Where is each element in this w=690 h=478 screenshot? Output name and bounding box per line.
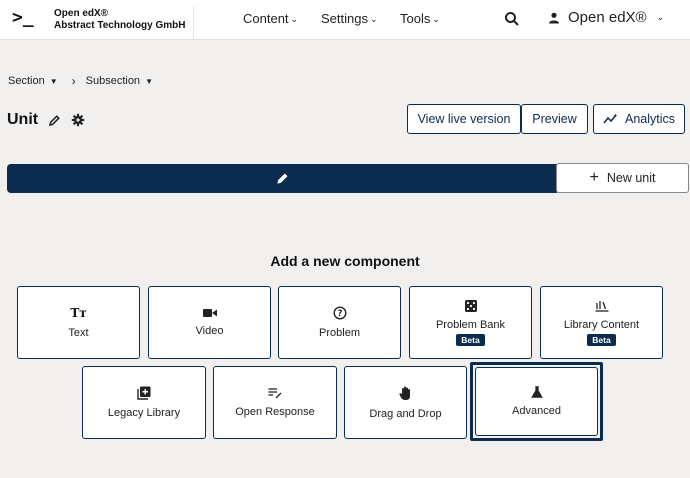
caret-down-icon: ▼: [49, 77, 58, 86]
gear-icon[interactable]: [71, 113, 85, 127]
problem-icon: ?: [332, 306, 347, 320]
new-unit-label: New unit: [606, 171, 656, 185]
flask-icon: [530, 386, 543, 398]
breadcrumb-subsection-label: Subsection: [85, 75, 141, 87]
open-response-icon: [268, 388, 282, 399]
preview-button[interactable]: Preview: [521, 104, 588, 134]
edit-icon: [276, 173, 288, 184]
preview-label: Preview: [532, 112, 577, 126]
user-icon: [549, 12, 559, 23]
component-library-content-button[interactable]: Library Content Beta: [540, 286, 663, 359]
analytics-icon: [603, 113, 618, 124]
text-icon: Tт: [70, 306, 87, 320]
nav-tools-menu[interactable]: Tools ⌄: [400, 11, 440, 26]
nav-settings-label: Settings: [321, 11, 368, 26]
chevron-down-icon: ⌄: [656, 12, 665, 22]
logo-org-name: Open edX®: [54, 8, 109, 19]
page-title: Unit: [7, 111, 39, 128]
unit-edit-bar[interactable]: [7, 164, 557, 193]
view-live-button[interactable]: View live version: [407, 104, 521, 134]
component-label: Video: [195, 325, 224, 337]
component-drag-and-drop-button[interactable]: Drag and Drop: [344, 366, 467, 439]
nav-content-label: Content: [243, 11, 289, 26]
logo-mark: >_: [12, 7, 34, 28]
chevron-down-icon: ⌄: [432, 14, 440, 24]
component-label: Problem Bank: [435, 318, 506, 331]
component-legacy-library-button[interactable]: Legacy Library: [82, 366, 206, 439]
component-video-button[interactable]: Video: [148, 286, 271, 359]
caret-down-icon: ▼: [145, 77, 153, 86]
component-problem-button[interactable]: ? Problem: [278, 286, 401, 359]
chevron-down-icon: ⌄: [369, 14, 378, 24]
component-problem-bank-button[interactable]: Problem Bank Beta: [409, 286, 532, 359]
svg-text:?: ?: [337, 309, 342, 319]
new-unit-button[interactable]: + New unit: [556, 163, 689, 193]
user-menu-label: Open edX®: [568, 9, 647, 26]
component-label: Text: [68, 327, 89, 339]
breadcrumb: Section ▼ › Subsection ▼: [8, 74, 153, 88]
component-label: Open Response: [235, 406, 315, 418]
component-label: Legacy Library: [107, 407, 181, 419]
nav-tools-label: Tools: [400, 11, 431, 26]
analytics-label: Analytics: [624, 112, 676, 126]
library-icon: [595, 300, 608, 312]
logo-org-subtitle: Abstract Technology GmbH: [54, 20, 186, 31]
beta-badge: Beta: [456, 333, 485, 346]
site-logo[interactable]: >_ Open edX® Abstract Technology GmbH: [10, 6, 194, 40]
add-component-title: Add a new component: [270, 253, 420, 269]
analytics-button[interactable]: Analytics: [593, 104, 685, 134]
video-icon: [202, 309, 217, 317]
breadcrumb-section[interactable]: Section ▼: [8, 75, 58, 87]
library-add-icon: [137, 386, 151, 400]
user-menu[interactable]: Open edX® ⌄: [548, 9, 664, 26]
component-label: Library Content: [563, 318, 640, 331]
nav-settings-menu[interactable]: Settings ⌄: [321, 11, 378, 26]
component-label: Problem: [319, 327, 360, 339]
nav-content-menu[interactable]: Content ⌄: [243, 11, 298, 26]
component-label: Drag and Drop: [369, 407, 442, 420]
hand-icon: [399, 386, 410, 400]
plus-icon: +: [589, 169, 599, 186]
search-icon[interactable]: [504, 11, 520, 27]
breadcrumb-subsection[interactable]: Subsection ▼: [86, 75, 153, 87]
top-header: >_ Open edX® Abstract Technology GmbH Co…: [0, 0, 690, 40]
chevron-down-icon: ⌄: [290, 14, 299, 24]
component-text-button[interactable]: Tт Text: [17, 286, 140, 359]
view-live-label: View live version: [417, 112, 511, 126]
breadcrumb-section-label: Section: [8, 75, 45, 87]
edit-icon[interactable]: [48, 114, 61, 127]
unit-title-row: Unit: [7, 111, 85, 129]
component-open-response-button[interactable]: Open Response: [213, 366, 337, 439]
beta-badge: Beta: [587, 333, 616, 346]
chevron-right-icon: ›: [71, 74, 76, 88]
dice-icon: [464, 299, 477, 312]
component-advanced-button[interactable]: Advanced: [475, 367, 598, 436]
component-label: Advanced: [512, 405, 561, 417]
